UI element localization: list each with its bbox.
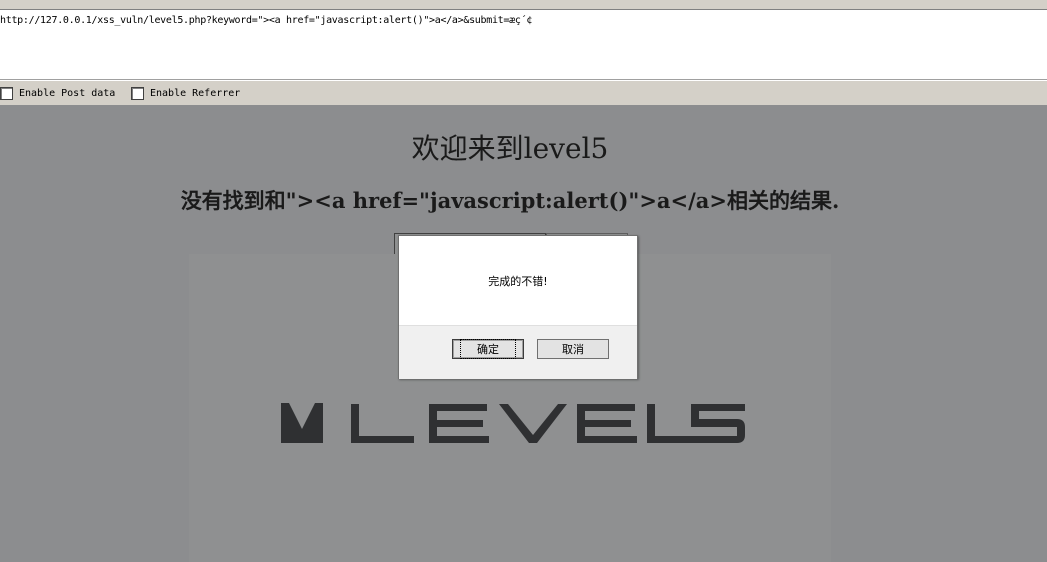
options-bar: Enable Post data Enable Referrer (0, 80, 1047, 106)
post-data-checkbox[interactable] (0, 87, 13, 100)
page-title: 欢迎来到level5 (411, 132, 609, 165)
cancel-button-label[interactable]: 取消 (562, 341, 584, 357)
url-text[interactable]: http://127.0.0.1/xss_vuln/level5.php?key… (0, 15, 532, 26)
dialog-message: 完成的不错! (488, 275, 548, 288)
dialog-footer: 确定 取消 (399, 325, 637, 379)
url-textarea[interactable]: http://127.0.0.1/xss_vuln/level5.php?key… (0, 10, 1047, 80)
logo-emblem-icon (281, 403, 323, 443)
ok-button-label[interactable]: 确定 (460, 339, 516, 359)
referrer-checkbox[interactable] (131, 87, 144, 100)
level5-logo (281, 403, 745, 443)
cancel-button[interactable]: 取消 (537, 339, 609, 359)
search-result-text: 没有找到和"><a href="javascript:alert()">a</a… (180, 188, 840, 213)
enable-post-data-option[interactable]: Enable Post data (0, 87, 115, 100)
ok-button[interactable]: 确定 (452, 339, 524, 359)
referrer-label[interactable]: Enable Referrer (150, 88, 240, 99)
alert-dialog: 完成的不错! 确定 取消 (398, 235, 638, 379)
window-top-strip (0, 0, 1047, 10)
enable-referrer-option[interactable]: Enable Referrer (131, 87, 240, 100)
post-data-label[interactable]: Enable Post data (19, 88, 115, 99)
